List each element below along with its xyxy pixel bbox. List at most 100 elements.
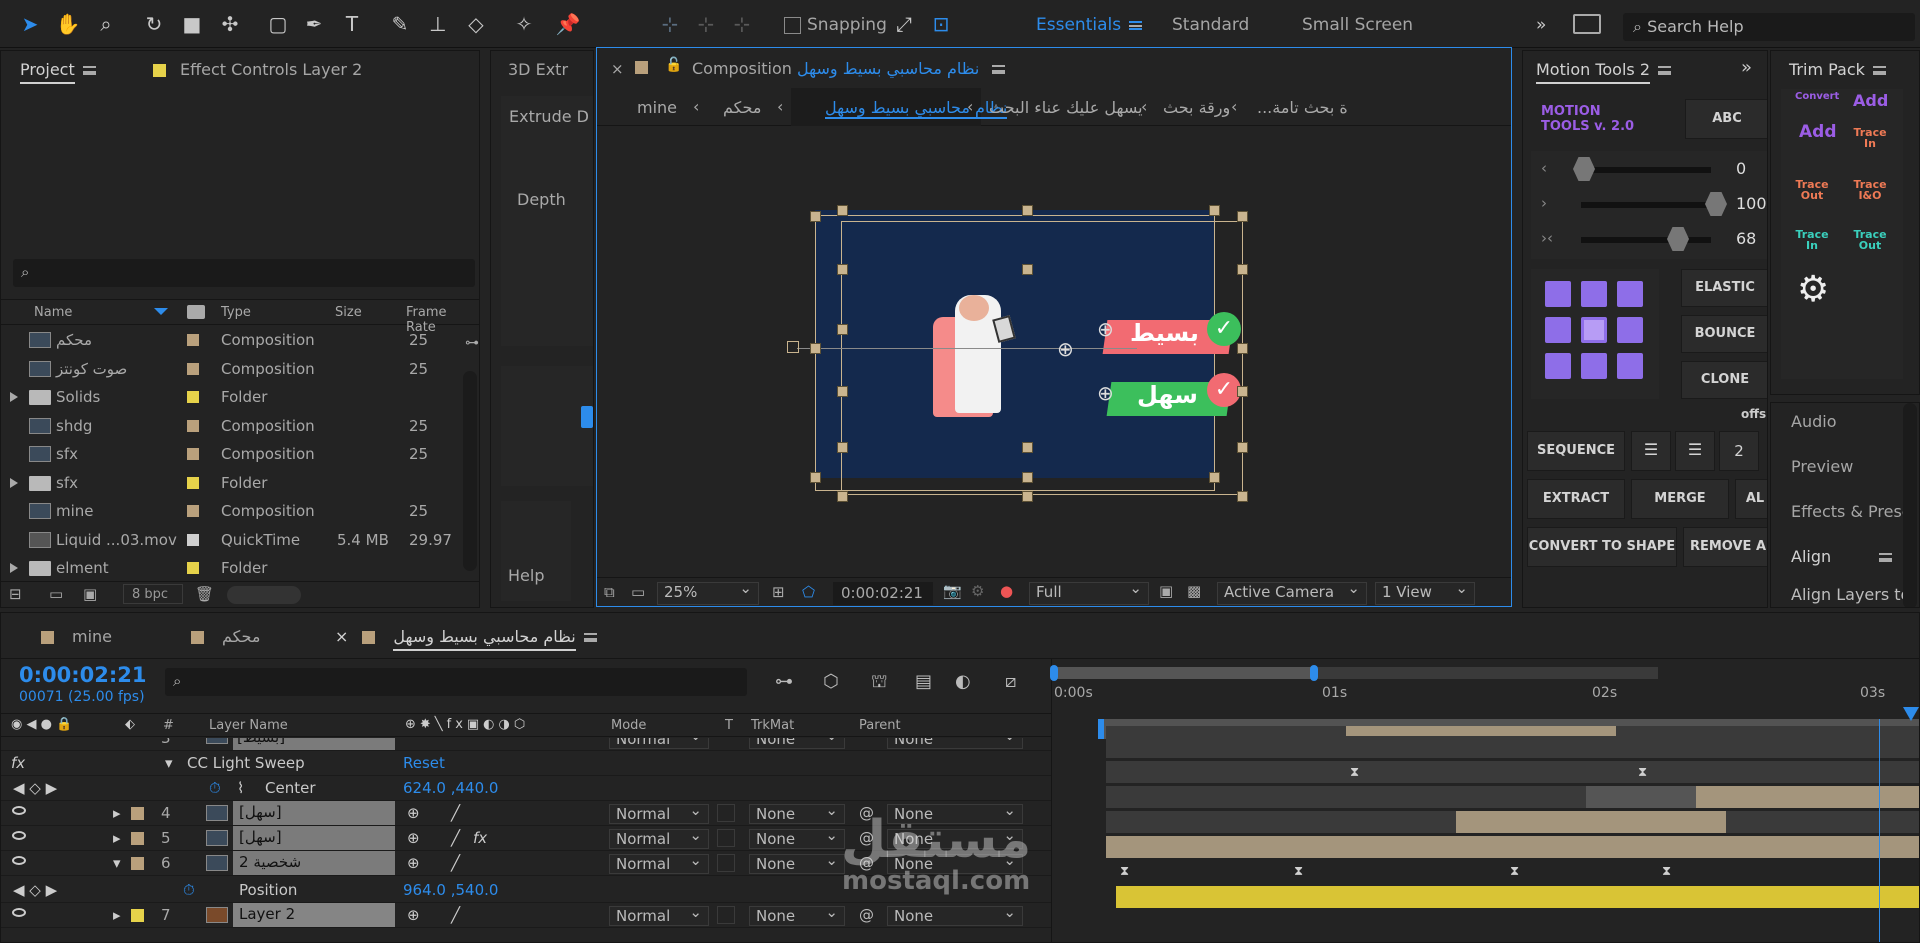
more-workspaces-icon[interactable]: » — [1536, 15, 1546, 35]
quality-switch-icon[interactable]: ╱ — [451, 854, 460, 872]
ease-in-slider-thumb[interactable] — [1573, 157, 1595, 181]
view-axis-icon[interactable]: ⊹ — [728, 10, 756, 38]
ease-in-slider-track[interactable] — [1581, 167, 1711, 173]
align-button[interactable]: AL — [1735, 479, 1767, 519]
monitor-icon[interactable]: ▭ — [631, 583, 645, 601]
visibility-eye-icon[interactable] — [12, 908, 26, 917]
shy-switch-icon[interactable]: ⊕ — [407, 854, 420, 872]
close-comp-icon[interactable]: × — [611, 60, 624, 78]
project-item[interactable]: sfx Folder — [1, 469, 479, 497]
motion-tools-menu-icon[interactable] — [1658, 66, 1672, 75]
column-parent[interactable]: Parent — [859, 718, 901, 733]
transform-handle[interactable] — [1237, 211, 1248, 222]
transform-handle[interactable] — [810, 211, 821, 222]
breadcrumb-mine[interactable]: mine — [637, 98, 677, 117]
show-snapshot-icon[interactable]: ⚙ — [971, 582, 984, 600]
rectangle-tool-icon[interactable]: ▢ — [264, 10, 292, 38]
elastic-button[interactable]: ELASTIC — [1681, 269, 1767, 307]
work-area-range[interactable] — [1054, 667, 1314, 679]
transform-handle[interactable] — [837, 324, 848, 335]
column-type[interactable]: Type — [221, 305, 251, 320]
trim-add-button[interactable]: Add — [1853, 91, 1888, 110]
close-tab-icon[interactable]: × — [335, 627, 348, 646]
brush-tool-icon[interactable]: ✎ — [386, 10, 414, 38]
shy-switch-icon[interactable]: ⊕ — [407, 804, 420, 822]
sort-descending-icon[interactable] — [154, 308, 168, 315]
help-button[interactable]: Help — [508, 566, 544, 585]
bounce-button[interactable]: BOUNCE — [1681, 315, 1767, 353]
trace-in-alt-button[interactable]: Trace In — [1795, 229, 1829, 251]
workspace-menu-icon[interactable] — [1129, 20, 1143, 30]
transform-handle[interactable] — [1237, 386, 1248, 397]
shy-switch-icon[interactable]: ⊕ — [407, 906, 420, 924]
transform-handle[interactable] — [1237, 442, 1248, 453]
transform-handle[interactable] — [837, 205, 848, 216]
trim-pack-menu-icon[interactable] — [1872, 66, 1886, 75]
position-handle[interactable] — [787, 341, 799, 353]
project-item[interactable]: Solids Folder — [1, 383, 479, 411]
preserve-transparency-toggle[interactable] — [717, 906, 735, 924]
mode-dropdown[interactable]: Normal — [609, 903, 709, 926]
timeline-menu-icon[interactable] — [583, 633, 597, 642]
interpret-footage-icon[interactable]: ⊟ — [9, 585, 22, 603]
snapping-checkbox[interactable] — [784, 16, 801, 34]
layer-name[interactable]: [سهل] — [233, 801, 395, 825]
column-num[interactable]: # — [163, 718, 174, 733]
effect-reset-link[interactable]: Reset — [403, 754, 445, 772]
layer-bar-4[interactable] — [1696, 786, 1919, 808]
align-menu-icon[interactable] — [1879, 553, 1893, 562]
comp-viewer[interactable]: بسيط ✓ سهل ✓ ⊕ ⊕ ⊕ — [597, 127, 1511, 577]
tab-audio[interactable]: Audio — [1791, 412, 1836, 431]
project-item[interactable]: elment Folder — [1, 554, 479, 582]
stopwatch-icon[interactable]: ⏱ — [183, 881, 195, 899]
label-color-swatch[interactable] — [187, 362, 199, 375]
label-color-swatch[interactable] — [187, 533, 199, 546]
mode-dropdown[interactable]: Normal — [609, 826, 709, 849]
timeline-tab-active[interactable]: × نظام محاسبي بسيط وسهل — [335, 627, 597, 651]
mode-dropdown[interactable]: Normal — [609, 738, 709, 749]
transform-handle[interactable] — [1022, 442, 1033, 453]
stopwatch-icon[interactable]: ⏱ — [209, 779, 221, 797]
label-color-swatch[interactable] — [131, 832, 144, 845]
effect-row[interactable]: fx ▾ CC Light Sweep Reset — [1, 751, 1051, 776]
trkmat-dropdown[interactable]: None — [749, 738, 845, 749]
tab-project[interactable]: Project — [20, 60, 96, 84]
breadcrumb-mohkam[interactable]: محكم — [723, 98, 761, 117]
transform-handle[interactable] — [1237, 264, 1248, 275]
new-folder-icon[interactable]: ▭ — [49, 585, 63, 603]
transform-handle[interactable] — [1022, 491, 1033, 502]
ease-both-value[interactable]: 68 — [1736, 229, 1756, 248]
transform-handle[interactable] — [810, 472, 821, 483]
keyframe-icon[interactable]: ⧗ — [1294, 864, 1304, 879]
bit-depth-button[interactable]: 8 bpc — [123, 584, 183, 604]
column-mode[interactable]: Mode — [611, 718, 646, 733]
transform-handle[interactable] — [1022, 472, 1033, 483]
collapse-triangle-icon[interactable]: ▾ — [113, 854, 121, 872]
label-color-swatch[interactable] — [187, 448, 199, 460]
work-area-start-handle[interactable] — [1050, 665, 1058, 681]
anchor-bottom-center[interactable] — [1581, 353, 1607, 379]
merge-button[interactable]: MERGE — [1631, 479, 1729, 519]
column-size[interactable]: Size — [335, 305, 362, 320]
label-color-swatch[interactable] — [187, 334, 199, 346]
always-preview-icon[interactable]: ⧉ — [604, 583, 615, 601]
thumbnail-slider[interactable] — [227, 586, 301, 604]
pen-tool-icon[interactable]: ✒ — [300, 10, 328, 38]
tab-3d-extrude[interactable]: 3D Extr — [508, 60, 568, 79]
roto-brush-tool-icon[interactable]: ✧ — [510, 10, 538, 38]
label-color-swatch[interactable] — [131, 807, 144, 820]
pan-behind-tool-icon[interactable]: ✣ — [216, 10, 244, 38]
expand-triangle-icon[interactable] — [10, 392, 18, 402]
expand-triangle-icon[interactable] — [10, 563, 18, 573]
clone-button[interactable]: CLONE — [1681, 361, 1767, 399]
quality-switch-icon[interactable]: ╱ — [451, 906, 460, 924]
anchor-top-right[interactable] — [1617, 281, 1643, 307]
layer-name[interactable]: Layer 2 — [233, 903, 395, 927]
eraser-tool-icon[interactable]: ◇ — [462, 10, 490, 38]
timeline-search-input[interactable]: ⌕ — [165, 668, 747, 696]
keyframe-icon[interactable]: ⧗ — [1662, 864, 1672, 879]
label-color-swatch[interactable] — [187, 505, 199, 517]
expand-panels-icon[interactable]: » — [1741, 57, 1752, 78]
keyframe-icon[interactable]: ⧗ — [1120, 864, 1130, 879]
delete-icon[interactable]: 🗑 — [195, 585, 214, 603]
